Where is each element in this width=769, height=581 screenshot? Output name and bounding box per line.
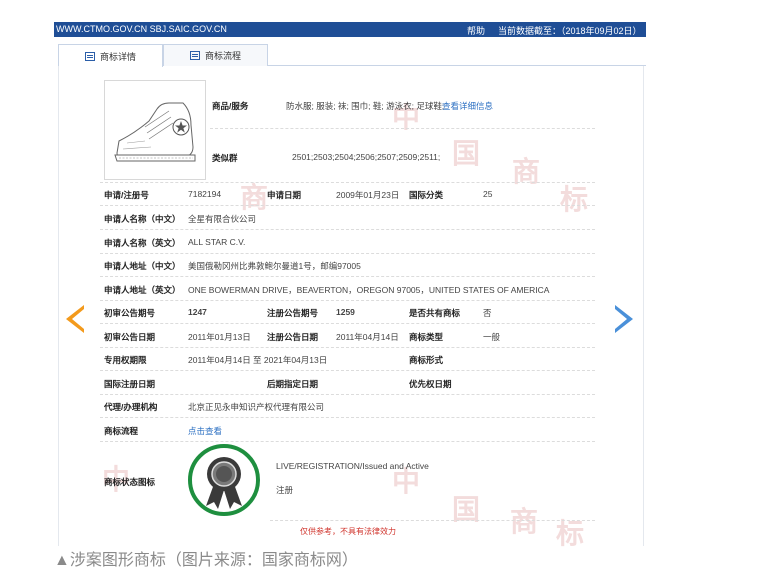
shared-mark-label: 是否共有商标 (409, 308, 461, 318)
sneaker-icon (114, 102, 196, 162)
watermark-char: 标 (556, 517, 585, 550)
help-link[interactable]: 帮助 (467, 24, 485, 37)
list-icon (189, 51, 200, 60)
watermark-char: 国 (452, 493, 481, 526)
registration-status-badge (188, 444, 260, 516)
exclusive-right-value: 2011年04月14日 至 2021年04月13日 (188, 355, 328, 365)
tab-trademark-process[interactable]: 商标流程 (163, 44, 268, 66)
similar-group-label: 类似群 (212, 153, 238, 163)
watermark-char: 商 (512, 155, 541, 188)
mark-form-label: 商标形式 (409, 355, 444, 365)
award-ribbon-icon (206, 457, 242, 509)
shared-mark-value: 否 (483, 308, 492, 318)
divider (100, 253, 595, 254)
reg-pub-date-label: 注册公告日期 (267, 332, 319, 342)
reg-number-label: 申请/注册号 (104, 190, 149, 200)
applicant-name-cn-label: 申请人名称（中文） (104, 214, 181, 224)
tab-trademark-details[interactable]: 商标详情 (58, 44, 163, 67)
goods-services-value: 防水服; 服装; 袜; 围巾; 鞋; 游泳衣; 足球鞋; (286, 101, 445, 111)
agent-label: 代理/办理机构 (104, 402, 158, 412)
applicant-name-en-value: ALL STAR C.V. (188, 237, 246, 247)
agent-value: 北京正见永申知识产权代理有限公司 (188, 402, 325, 412)
reg-pub-no-label: 注册公告期号 (267, 308, 319, 318)
prelim-pub-no-label: 初审公告期号 (104, 308, 156, 318)
mark-type-value: 一般 (483, 332, 501, 342)
applicant-addr-cn-value: 美国俄勒冈州比弗敦鲍尔曼道1号，邮编97005 (188, 261, 361, 271)
watermark-char: 国 (452, 137, 481, 170)
mark-type-label: 商标类型 (409, 332, 444, 342)
prelim-pub-date-label: 初审公告日期 (104, 332, 156, 342)
trademark-image[interactable] (104, 80, 206, 180)
reg-number-value: 7182194 (188, 189, 222, 199)
prelim-pub-date-value: 2011年01月13日 (188, 332, 251, 342)
applicant-name-en-label: 申请人名称（英文） (104, 238, 181, 248)
reg-pub-date-value: 2011年04月14日 (336, 332, 399, 342)
applicant-name-cn-value: 全星有限合伙公司 (188, 214, 257, 224)
exclusive-right-label: 专用权期限 (104, 355, 147, 365)
view-process-link[interactable]: 点击查看 (188, 425, 222, 437)
divider (100, 182, 595, 183)
intl-reg-date-label: 国际注册日期 (104, 379, 156, 389)
image-caption: ▲涉案图形商标（图片来源：国家商标网） (54, 552, 358, 569)
intl-class-label: 国际分类 (409, 190, 444, 200)
divider (100, 370, 595, 371)
later-designation-date-label: 后期指定日期 (267, 379, 319, 389)
document-icon (84, 51, 95, 61)
detail-tabs: 商标详情 商标流程 (58, 44, 646, 67)
similar-group-value: 2501;2503;2504;2506;2507;2509;2511; (292, 152, 441, 162)
site-url: WWW.CTMO.GOV.CN SBJ.SAIC.GOV.CN (56, 24, 227, 34)
divider (100, 394, 595, 395)
apply-date-label: 申请日期 (267, 190, 302, 200)
chevron-left-icon-inner (72, 309, 84, 329)
tab-label: 商标流程 (204, 51, 241, 61)
status-cn-value: 注册 (276, 485, 294, 495)
tab-label: 商标详情 (99, 51, 136, 62)
mark-process-label: 商标流程 (104, 426, 139, 436)
disclaimer-text: 仅供参考，不具有法律效力 (300, 527, 396, 536)
divider (100, 441, 595, 442)
divider (100, 417, 595, 418)
divider (100, 300, 595, 301)
chevron-right-icon-inner (615, 309, 627, 329)
divider (100, 229, 595, 230)
divider (210, 128, 595, 129)
site-header-bar: WWW.CTMO.GOV.CN SBJ.SAIC.GOV.CN 帮助 当前数据截… (54, 22, 646, 37)
intl-class-value: 25 (483, 189, 493, 199)
goods-services-label: 商品/服务 (212, 101, 249, 111)
divider (100, 276, 595, 277)
status-icon-label: 商标状态图标 (104, 477, 156, 487)
priority-date-label: 优先权日期 (409, 379, 452, 389)
status-en-value: LIVE/REGISTRATION/Issued and Active (276, 461, 429, 471)
applicant-addr-cn-label: 申请人地址（中文） (104, 261, 181, 271)
reg-pub-no-value: 1259 (336, 307, 355, 317)
watermark-char: 标 (560, 183, 589, 216)
applicant-addr-en-value: ONE BOWERMAN DRIVE，BEAVERTON，OREGON 9700… (188, 285, 550, 295)
prelim-pub-no-value: 1247 (188, 307, 207, 317)
view-goods-details-link[interactable]: 查看详细信息 (442, 100, 493, 112)
divider (100, 323, 595, 324)
data-date: 当前数据截至：（2018年09月02日） (498, 26, 642, 36)
divider (100, 205, 595, 206)
divider (270, 520, 595, 521)
divider (100, 347, 595, 348)
apply-date-value: 2009年01月23日 (336, 190, 400, 200)
applicant-addr-en-label: 申请人地址（英文） (104, 285, 181, 295)
